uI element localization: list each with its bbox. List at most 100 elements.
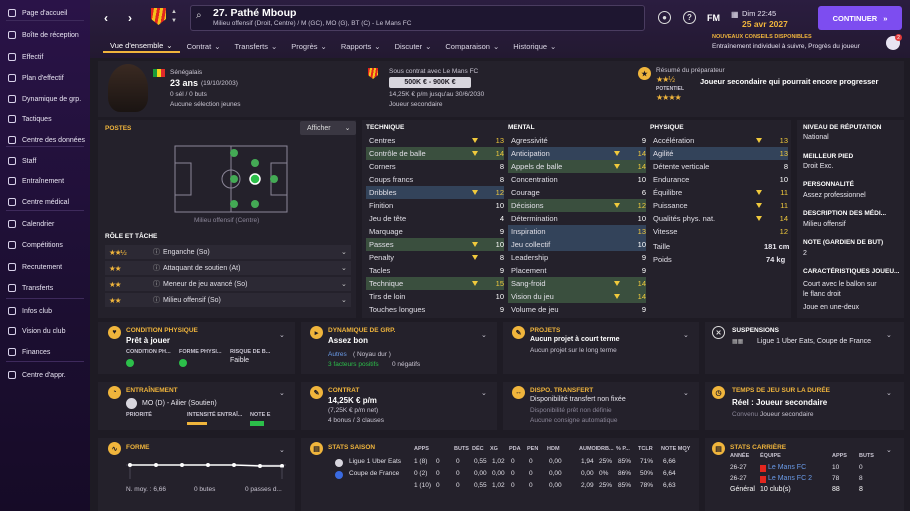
- back-icon[interactable]: ‹: [104, 11, 108, 25]
- attribute-row[interactable]: Anticipation 14: [508, 147, 646, 160]
- attribute-row[interactable]: Équilibre 11: [650, 186, 788, 199]
- role-row[interactable]: ★★ ⓘ Meneur de jeu avancé (So) ⌄: [105, 277, 351, 291]
- attribute-row[interactable]: Placement 9: [508, 264, 646, 277]
- help-icon[interactable]: ?: [683, 11, 696, 24]
- sidebar-item-finances[interactable]: Finances: [6, 345, 88, 359]
- attribute-row[interactable]: Sang-froid 14: [508, 277, 646, 290]
- attribute-row[interactable]: Marquage 9: [366, 225, 504, 238]
- attribute-row[interactable]: Inspiration 13: [508, 225, 646, 238]
- positions-title[interactable]: POSTES: [105, 125, 131, 132]
- attribute-row[interactable]: Leadership 9: [508, 251, 646, 264]
- attribute-row[interactable]: Centres 13: [366, 134, 504, 147]
- attribute-row[interactable]: Penalty 8: [366, 251, 504, 264]
- down-icon[interactable]: ▼: [171, 18, 177, 24]
- attribute-row[interactable]: Qualités phys. nat. 14: [650, 212, 788, 225]
- attribute-row[interactable]: Vitesse 12: [650, 225, 788, 238]
- attribute-row[interactable]: Passes 10: [366, 238, 504, 251]
- position-label: Milieu offensif (Centre): [194, 217, 260, 224]
- attribute-value: 9: [641, 136, 646, 145]
- transfer-value-badge[interactable]: 500K € - 900K €: [389, 77, 471, 88]
- forward-icon[interactable]: ›: [128, 11, 132, 25]
- card-menu-chevron-icon[interactable]: ⌄: [683, 446, 689, 454]
- sidebar-item-inbox[interactable]: Boîte de réception: [6, 28, 88, 42]
- attribute-row[interactable]: Jeu de tête 4: [366, 212, 504, 225]
- tab-contrat[interactable]: Contrat ⌄: [180, 39, 228, 53]
- attribute-row[interactable]: Dribbles 12: [366, 186, 504, 199]
- card-menu-chevron-icon[interactable]: ⌄: [683, 331, 689, 339]
- card-menu-chevron-icon[interactable]: ⌄: [481, 331, 487, 339]
- card-menu-chevron-icon[interactable]: ⌄: [279, 331, 285, 339]
- attribute-row[interactable]: Endurance 10: [650, 173, 788, 186]
- attribute-row[interactable]: Finition 10: [366, 199, 504, 212]
- attribute-row[interactable]: Technique 15: [366, 277, 504, 290]
- attribute-row[interactable]: Appels de balle 14: [508, 160, 646, 173]
- role-row[interactable]: ★★ ⓘ Attaquant de soutien (At) ⌄: [105, 261, 351, 275]
- attribute-row[interactable]: Vision du jeu 14: [508, 290, 646, 303]
- continue-button[interactable]: CONTINUER »: [818, 6, 902, 30]
- career-team[interactable]: Le Mans FC 2: [768, 475, 812, 482]
- attribute-row[interactable]: Accélération 13: [650, 134, 788, 147]
- sidebar-item-staff[interactable]: Staff: [6, 154, 88, 168]
- tab-transferts[interactable]: Transferts ⌄: [227, 39, 284, 53]
- sidebar-item-training[interactable]: Entraînement: [6, 174, 88, 188]
- season-cell: 0: [436, 482, 440, 489]
- attribute-row[interactable]: Courage 6: [508, 186, 646, 199]
- card-menu-chevron-icon[interactable]: ⌄: [886, 446, 892, 454]
- tab-comparaison[interactable]: Comparaison ⌄: [438, 39, 506, 53]
- ball-icon[interactable]: ●: [658, 11, 671, 24]
- attribute-row[interactable]: Tacles 9: [366, 264, 504, 277]
- attribute-row[interactable]: Jeu collectif 10: [508, 238, 646, 251]
- attribute-row[interactable]: Détermination 10: [508, 212, 646, 225]
- tab-discuter[interactable]: Discuter ⌄: [388, 39, 439, 53]
- card-menu-chevron-icon[interactable]: ⌄: [279, 446, 285, 454]
- sidebar-item-medical[interactable]: Centre médical: [6, 195, 88, 209]
- sidebar-item-learning[interactable]: Centre d'appr.: [6, 368, 88, 382]
- role-row[interactable]: ★★½ ⓘ Enganche (So) ⌄: [105, 245, 351, 259]
- fm-logo[interactable]: FM: [707, 13, 720, 23]
- attribute-row[interactable]: Puissance 11: [650, 199, 788, 212]
- attribute-row[interactable]: Corners 8: [366, 160, 504, 173]
- card-menu-chevron-icon[interactable]: ⌄: [683, 389, 689, 397]
- show-dropdown[interactable]: Afficher ⌄: [300, 121, 356, 135]
- attribute-row[interactable]: Décisions 12: [508, 199, 646, 212]
- dynamics-group[interactable]: Autres: [328, 351, 347, 358]
- attribute-row[interactable]: Détente verticale 8: [650, 160, 788, 173]
- card-menu-chevron-icon[interactable]: ⌄: [886, 331, 892, 339]
- tab-rapports[interactable]: Rapports ⌄: [334, 39, 388, 53]
- sidebar-item-squad-plan[interactable]: Plan d'effectif: [6, 71, 88, 85]
- attribute-row[interactable]: Tirs de loin 10: [366, 290, 504, 303]
- attribute-row[interactable]: Agilité 13: [650, 147, 788, 160]
- sidebar-item-data-hub[interactable]: Centre des données: [6, 133, 88, 147]
- up-icon[interactable]: ▲: [171, 9, 177, 15]
- sidebar-item-squad[interactable]: Effectif: [6, 50, 88, 64]
- season-cell: 0: [529, 482, 533, 489]
- attribute-row[interactable]: Touches longues 9: [366, 303, 504, 316]
- sidebar-item-club-info[interactable]: Infos club: [6, 304, 88, 318]
- attribute-row[interactable]: Coups francs 8: [366, 173, 504, 186]
- sidebar-item-calendar[interactable]: Calendrier: [6, 217, 88, 231]
- info-panel: [797, 120, 904, 318]
- tab-progrès[interactable]: Progrès ⌄: [284, 39, 334, 53]
- sidebar-item-dynamics[interactable]: Dynamique de grp.: [6, 92, 88, 106]
- attribute-row[interactable]: Concentration 10: [508, 173, 646, 186]
- sidebar-item-transfers[interactable]: Transferts: [6, 281, 88, 295]
- attribute-row[interactable]: Contrôle de balle 14: [366, 147, 504, 160]
- season-competition[interactable]: Ligue 1 Uber Eats: [349, 458, 401, 465]
- career-team[interactable]: Le Mans FC: [768, 464, 806, 471]
- attribute-row[interactable]: Agressivité 9: [508, 134, 646, 147]
- card-menu-chevron-icon[interactable]: ⌄: [481, 389, 487, 397]
- sidebar-item-home[interactable]: Page d'accueil: [6, 6, 88, 20]
- attribute-row[interactable]: Volume de jeu 9: [508, 303, 646, 316]
- role-row[interactable]: ★★ ⓘ Milieu offensif (So) ⌄: [105, 293, 351, 307]
- sidebar-item-club-vision[interactable]: Vision du club: [6, 324, 88, 338]
- tab-vue-d-ensemble[interactable]: Vue d'ensemble ⌄: [103, 39, 180, 53]
- notification-box[interactable]: NOUVEAUX CONSEILS DISPONIBLES Entraîneme…: [712, 34, 902, 56]
- card-menu-chevron-icon[interactable]: ⌄: [279, 389, 285, 397]
- sidebar-item-tactics[interactable]: Tactiques: [6, 112, 88, 126]
- sidebar-item-trophy[interactable]: Compétitions: [6, 238, 88, 252]
- search-icon[interactable]: ⌕: [196, 10, 202, 21]
- season-competition[interactable]: Coupe de France: [349, 470, 399, 477]
- card-menu-chevron-icon[interactable]: ⌄: [886, 389, 892, 397]
- tab-historique[interactable]: Historique ⌄: [506, 39, 563, 53]
- sidebar-item-scouting[interactable]: Recrutement: [6, 260, 88, 274]
